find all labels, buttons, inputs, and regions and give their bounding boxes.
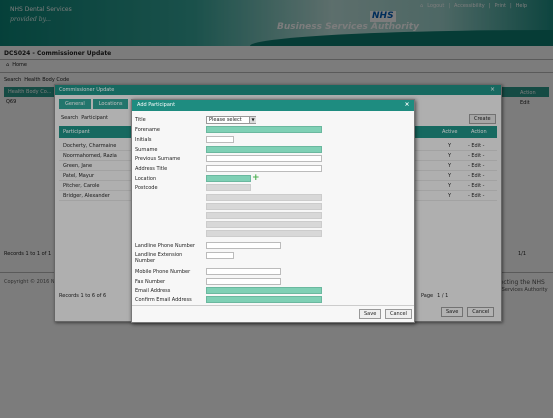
- location-label: Location: [135, 176, 157, 182]
- initials-label: Initials: [135, 137, 152, 143]
- landline-field[interactable]: [206, 242, 281, 249]
- previous-surname-field[interactable]: [206, 155, 322, 162]
- postcode-label: Postcode: [135, 185, 158, 191]
- address-line-field: [206, 221, 322, 228]
- address-line-field: [206, 194, 322, 201]
- plus-icon[interactable]: +: [252, 174, 260, 183]
- dialog-title: Add Participant: [132, 100, 414, 111]
- mobile-field[interactable]: [206, 268, 281, 275]
- previous-surname-label: Previous Surname: [135, 156, 181, 162]
- fax-label: Fax Number: [135, 279, 166, 285]
- address-title-label: Address Title: [135, 166, 168, 172]
- email-label: Email Address: [135, 288, 171, 294]
- mobile-label: Mobile Phone Number: [135, 269, 191, 275]
- landline-extension-field[interactable]: [206, 252, 234, 259]
- title-select[interactable]: Please select ▼: [206, 116, 256, 124]
- chevron-down-icon: ▼: [249, 117, 256, 123]
- close-icon[interactable]: ×: [403, 101, 411, 109]
- save-button[interactable]: Save: [359, 309, 382, 319]
- location-field[interactable]: [206, 175, 251, 182]
- surname-label: Surname: [135, 147, 158, 153]
- address-line-field: [206, 203, 322, 210]
- landline-extension-label: Landline Extension Number: [135, 252, 183, 264]
- forename-field[interactable]: [206, 126, 322, 133]
- page: NHS Dental Services provided by... NHS B…: [0, 0, 553, 418]
- title-select-value: Please select: [209, 117, 242, 123]
- forename-label: Forename: [135, 127, 160, 133]
- title-label: Title: [135, 117, 146, 123]
- confirm-email-label: Confirm Email Address: [135, 297, 192, 303]
- address-line-field: [206, 212, 322, 219]
- surname-field[interactable]: [206, 146, 322, 153]
- email-field[interactable]: [206, 287, 322, 294]
- initials-field[interactable]: [206, 136, 234, 143]
- address-line-field: [206, 230, 322, 237]
- address-title-field[interactable]: [206, 165, 322, 172]
- confirm-email-field[interactable]: [206, 296, 322, 303]
- cancel-button[interactable]: Cancel: [385, 309, 412, 319]
- postcode-field: [206, 184, 251, 191]
- landline-label: Landline Phone Number: [135, 243, 195, 249]
- fax-field[interactable]: [206, 278, 281, 285]
- add-participant-dialog: Add Participant × Title Please select ▼ …: [131, 99, 415, 323]
